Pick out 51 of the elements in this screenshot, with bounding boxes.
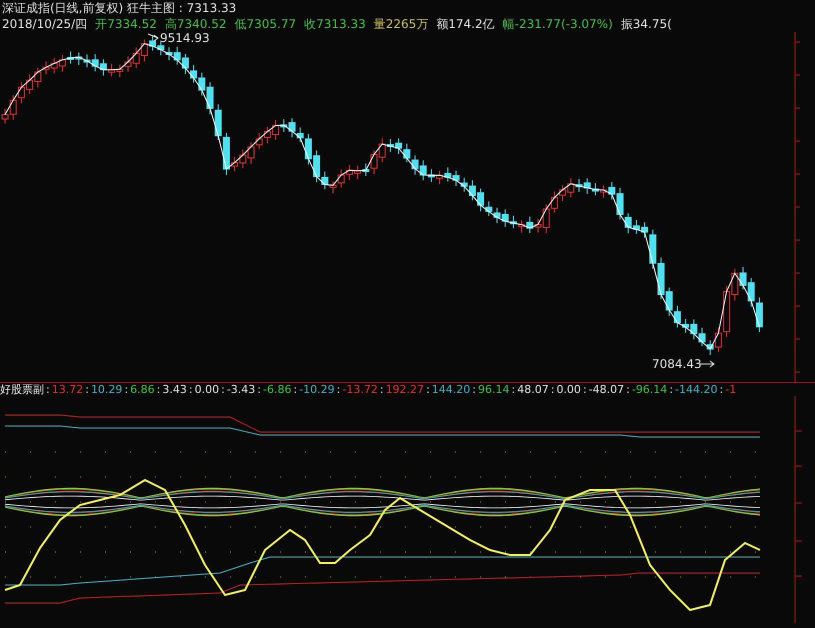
separator-colon: : xyxy=(45,383,51,396)
quote-field: 高7340.52 xyxy=(164,16,226,32)
separator-colon: : xyxy=(123,383,130,396)
indicator-value: 192.27 xyxy=(386,383,424,396)
separator-colon: : xyxy=(378,383,385,396)
indicator-value: 3.43 xyxy=(162,383,187,396)
quote-field: 额174.2亿 xyxy=(436,16,495,32)
indicator-value: 0.00 xyxy=(556,383,581,396)
quote-field: 低7305.77 xyxy=(234,16,296,32)
indicator-value: -1 xyxy=(725,383,736,396)
pointer-arrow xyxy=(148,34,159,42)
indicator-value: 0.00 xyxy=(194,383,220,396)
separator-colon: : xyxy=(425,383,431,396)
indicator-value: 13.72 xyxy=(52,383,84,396)
indicator-name: 好股票副 xyxy=(0,383,44,396)
separator-colon: : xyxy=(156,383,162,396)
quote-field: 量2265万 xyxy=(374,16,428,32)
indicator-value: -3.43 xyxy=(226,383,256,396)
separator-colon: : xyxy=(336,383,342,396)
separator-colon: : xyxy=(471,383,477,396)
high-price-label: 9514.93 xyxy=(160,32,210,45)
indicator-value: -13.72 xyxy=(342,383,378,396)
separator-colon: : xyxy=(625,383,631,396)
indicator-value: 48.07 xyxy=(517,383,549,396)
separator-colon: : xyxy=(188,383,194,396)
chart-title: 深证成指(日线,前复权) 狂牛主图 : 7313.33 xyxy=(2,1,236,15)
separator-colon: : xyxy=(256,383,262,396)
quote-field: 开7334.52 xyxy=(95,16,157,32)
separator-colon: : xyxy=(84,383,90,396)
separator-colon: : xyxy=(292,383,298,396)
separator-colon: : xyxy=(718,383,724,396)
indicator-value: -96.14 xyxy=(632,383,668,396)
low-price-label: 7084.43 xyxy=(652,357,702,371)
separator-colon: : xyxy=(220,383,226,396)
quote-field: 2018/10/25/四 xyxy=(2,16,88,32)
indicator-value: 96.14 xyxy=(478,383,510,396)
indicator-value: 6.86 xyxy=(130,383,155,396)
quote-field: 振34.75( xyxy=(620,16,672,32)
separator-colon: : xyxy=(510,383,516,396)
indicator-value: -144.20 xyxy=(675,383,718,396)
separator-colon: : xyxy=(582,383,588,396)
pointer-arrow xyxy=(700,360,715,368)
indicator-value: -6.86 xyxy=(263,383,292,396)
indicator-value: 144.20 xyxy=(432,383,470,396)
separator-colon: : xyxy=(668,383,674,396)
indicator-value: -10.29 xyxy=(299,383,335,396)
separator-colon: : xyxy=(550,383,556,396)
indicator-value: -48.07 xyxy=(588,383,624,396)
quote-field: 收7313.33 xyxy=(304,16,366,32)
indicator-value: 10.29 xyxy=(90,383,122,396)
quote-field: 幅-231.77(-3.07%) xyxy=(502,16,613,32)
